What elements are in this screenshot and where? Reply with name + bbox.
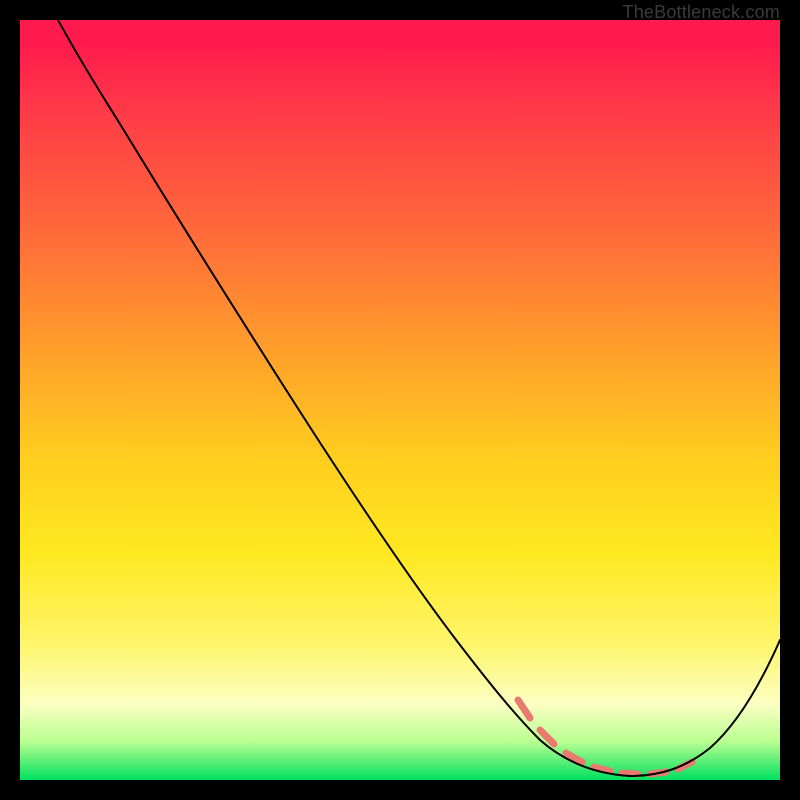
curve-svg	[20, 20, 780, 780]
highlight-dashes	[518, 700, 692, 774]
chart-canvas: TheBottleneck.com	[0, 0, 800, 800]
plot-area	[20, 20, 780, 780]
bottleneck-curve	[58, 20, 780, 776]
